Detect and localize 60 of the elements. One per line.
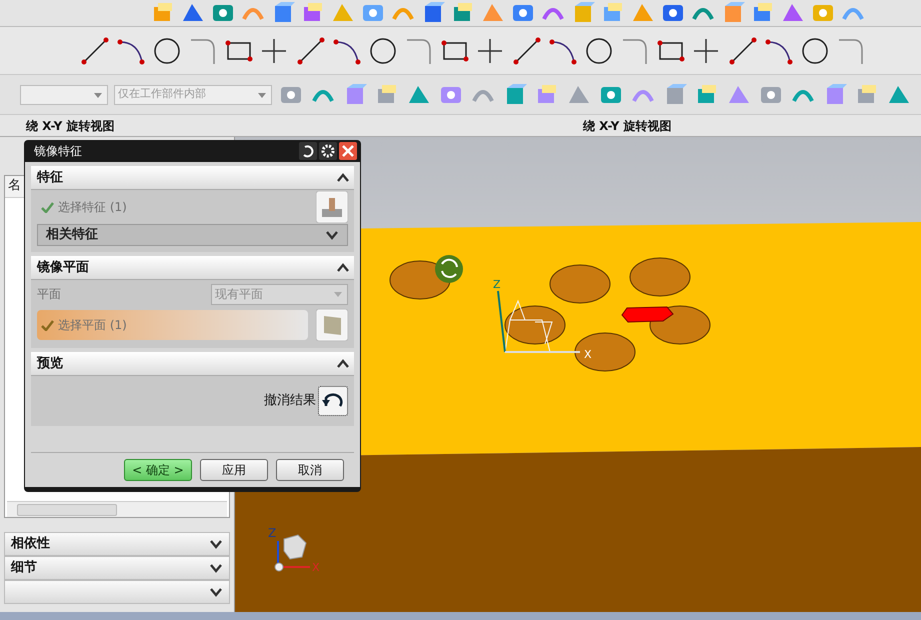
dropdown-value: 相关特征 <box>46 226 98 244</box>
hole <box>574 332 636 372</box>
collapse-chevron-icon[interactable] <box>336 172 350 182</box>
axis-label: X <box>312 561 320 574</box>
sketch-curve-tool-icon[interactable] <box>512 36 542 66</box>
hole <box>504 306 566 344</box>
highlighted-face <box>621 306 674 322</box>
rotate-handle-icon[interactable] <box>435 255 463 283</box>
dropdown-value: 现有平面 <box>215 286 263 303</box>
settings-icon[interactable] <box>319 142 337 160</box>
sketch-curve-tool-icon[interactable] <box>728 36 758 66</box>
hole <box>630 258 690 296</box>
group-title: 镜像平面 <box>37 258 89 277</box>
view-hint: 绕 X-Y 旋转视图 <box>583 118 672 134</box>
navigator-section-header[interactable]: 相依性 <box>4 532 230 556</box>
dialog-button[interactable]: 取消 <box>276 459 344 481</box>
plane-select-icon[interactable] <box>316 309 348 341</box>
expand-chevron-icon[interactable] <box>209 563 223 573</box>
group-header[interactable]: 特征 <box>31 166 354 190</box>
section-title: 细节 <box>11 559 37 578</box>
expand-chevron-icon[interactable] <box>209 539 223 549</box>
sketch-curve-tool-icon[interactable] <box>368 36 398 66</box>
sketch-curve-tool-icon[interactable] <box>584 36 614 66</box>
sketch-curve-tool-icon[interactable] <box>80 36 110 66</box>
horizontal-scrollbar[interactable] <box>7 501 227 517</box>
group-title: 特征 <box>37 168 63 187</box>
scope-value: 仅在工作部件内部 <box>118 86 206 102</box>
selection-label: 选择特征 (1) <box>58 199 127 216</box>
dialog-button[interactable]: 应用 <box>200 459 268 481</box>
collapse-chevron-icon[interactable] <box>336 358 350 368</box>
hole <box>650 306 710 344</box>
dialog-button[interactable]: < 确定 > <box>124 459 192 481</box>
feature-mode-dropdown[interactable]: 相关特征 <box>37 224 348 246</box>
coordinate-system-drawing: Z X <box>493 278 592 361</box>
undo-result-label: 撤消结果 <box>264 392 316 410</box>
plane-label: 平面 <box>37 286 61 303</box>
expand-chevron-icon[interactable] <box>325 230 339 240</box>
close-icon[interactable] <box>339 142 357 160</box>
check-icon <box>41 320 54 330</box>
expand-chevron-icon[interactable] <box>209 587 223 597</box>
view-hint: 绕 X-Y 旋转视图 <box>24 118 116 134</box>
navigator-section-header[interactable]: 细节 <box>4 556 230 580</box>
sketch-curve-tool-icon[interactable] <box>296 36 326 66</box>
feature-select-icon[interactable] <box>316 191 348 223</box>
reset-icon[interactable] <box>299 142 317 160</box>
group-header[interactable]: 镜像平面 <box>31 256 354 280</box>
selection-label: 选择平面 (1) <box>58 317 127 334</box>
undo-icon[interactable] <box>318 386 348 416</box>
axis-label: Z <box>268 527 276 540</box>
dialog-title: 镜像特征 <box>34 143 82 160</box>
hole <box>390 260 450 300</box>
hole <box>550 264 610 304</box>
section-title: 相依性 <box>11 535 50 554</box>
check-icon <box>41 202 54 212</box>
type-filter-dropdown[interactable] <box>20 84 108 104</box>
group-header[interactable]: 预览 <box>31 352 354 376</box>
collapse-chevron-icon[interactable] <box>336 262 350 272</box>
sketch-curve-tool-icon[interactable] <box>800 36 830 66</box>
group-title: 预览 <box>37 354 63 373</box>
sketch-curve-tool-icon[interactable] <box>152 36 182 66</box>
